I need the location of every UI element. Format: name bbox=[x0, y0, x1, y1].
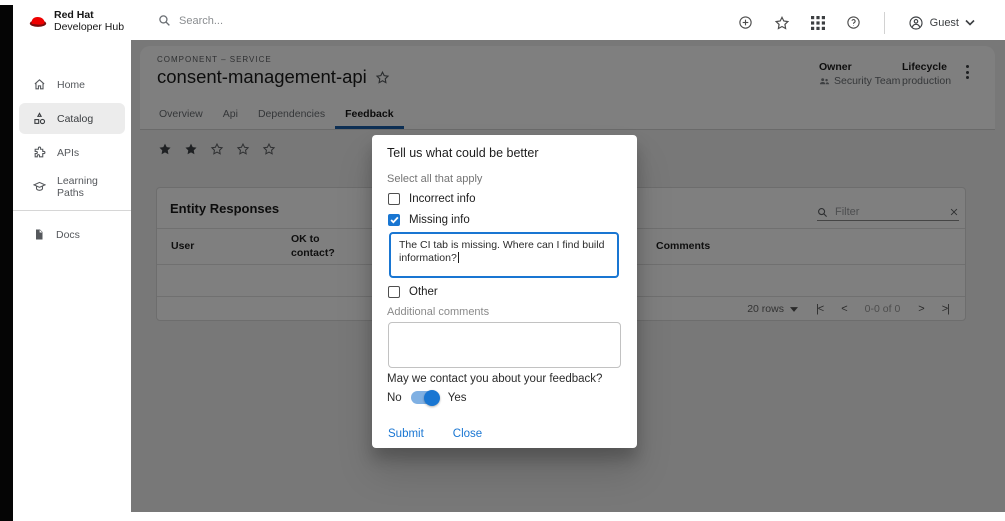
checkbox-label: Incorrect info bbox=[409, 193, 475, 205]
logo-line1: Red Hat bbox=[54, 9, 124, 21]
dialog-title: Tell us what could be better bbox=[387, 146, 538, 160]
user-menu[interactable]: Guest bbox=[908, 15, 975, 31]
apps-grid-icon[interactable] bbox=[811, 16, 825, 30]
logo-line2: Developer Hub bbox=[54, 21, 124, 33]
sidebar-item-label: Catalog bbox=[57, 113, 93, 125]
text-cursor bbox=[458, 252, 459, 263]
redhat-fedora-icon bbox=[29, 14, 48, 28]
checkbox-missing-info[interactable]: Missing info bbox=[388, 212, 470, 228]
screen: Red Hat Developer Hub Search... bbox=[0, 0, 1005, 521]
sidebar-item-catalog[interactable]: Catalog bbox=[19, 103, 125, 134]
checkbox-incorrect-info[interactable]: Incorrect info bbox=[388, 191, 475, 207]
additional-comments-textarea[interactable] bbox=[388, 322, 621, 368]
feedback-textarea[interactable]: The CI tab is missing. Where can I find … bbox=[389, 232, 619, 278]
avatar-icon bbox=[908, 15, 924, 31]
global-search[interactable]: Search... bbox=[158, 14, 223, 27]
home-icon bbox=[33, 78, 46, 91]
close-button[interactable]: Close bbox=[445, 422, 490, 446]
window-edge bbox=[0, 5, 13, 521]
extension-puzzle-icon bbox=[33, 146, 46, 159]
sidebar-item-apis[interactable]: APIs bbox=[19, 137, 125, 168]
dialog-subtitle: Select all that apply bbox=[387, 173, 482, 185]
topbar: Red Hat Developer Hub Search... bbox=[13, 5, 1005, 40]
additional-comments-label: Additional comments bbox=[387, 306, 489, 318]
redhat-logo[interactable]: Red Hat Developer Hub bbox=[29, 9, 124, 33]
starred-items-icon[interactable] bbox=[774, 15, 790, 31]
sidebar-item-label: APIs bbox=[57, 147, 79, 159]
search-placeholder: Search... bbox=[179, 15, 223, 27]
sidebar-item-docs[interactable]: Docs bbox=[19, 219, 125, 250]
logo-text: Red Hat Developer Hub bbox=[54, 9, 124, 33]
toggle-thumb bbox=[424, 390, 440, 406]
sidebar-item-label: Learning Paths bbox=[57, 175, 125, 199]
create-plus-icon[interactable] bbox=[738, 15, 753, 30]
topbar-divider bbox=[884, 12, 885, 34]
checkbox-unchecked-icon bbox=[388, 193, 400, 205]
checkbox-unchecked-icon bbox=[388, 286, 400, 298]
checkbox-other[interactable]: Other bbox=[388, 284, 438, 300]
catalog-icon bbox=[33, 112, 46, 125]
toggle-off-label: No bbox=[387, 392, 402, 404]
sidebar-item-label: Docs bbox=[56, 229, 80, 241]
help-icon[interactable] bbox=[846, 15, 861, 30]
sidebar-divider bbox=[13, 210, 131, 211]
topbar-actions: Guest bbox=[738, 5, 975, 40]
toggle-on-label: Yes bbox=[448, 392, 467, 404]
sidebar: Home Catalog APIs bbox=[13, 40, 131, 512]
sidebar-item-learning-paths[interactable]: Learning Paths bbox=[19, 171, 125, 202]
contact-toggle-row: No Yes bbox=[387, 391, 466, 404]
chevron-down-icon bbox=[965, 19, 975, 26]
search-icon bbox=[158, 14, 171, 27]
school-icon bbox=[33, 180, 46, 193]
checkbox-label: Other bbox=[409, 286, 438, 298]
user-name: Guest bbox=[930, 17, 959, 29]
checkbox-label: Missing info bbox=[409, 214, 470, 226]
sidebar-item-label: Home bbox=[57, 79, 85, 91]
checkbox-checked-icon bbox=[388, 214, 400, 226]
contact-toggle-switch[interactable] bbox=[411, 391, 439, 404]
submit-button[interactable]: Submit bbox=[380, 422, 432, 446]
feedback-dialog: Tell us what could be better Select all … bbox=[372, 135, 637, 448]
sidebar-item-home[interactable]: Home bbox=[19, 69, 125, 100]
contact-question: May we contact you about your feedback? bbox=[387, 373, 602, 385]
feedback-text: The CI tab is missing. Where can I find … bbox=[399, 239, 604, 264]
document-icon bbox=[33, 228, 45, 241]
